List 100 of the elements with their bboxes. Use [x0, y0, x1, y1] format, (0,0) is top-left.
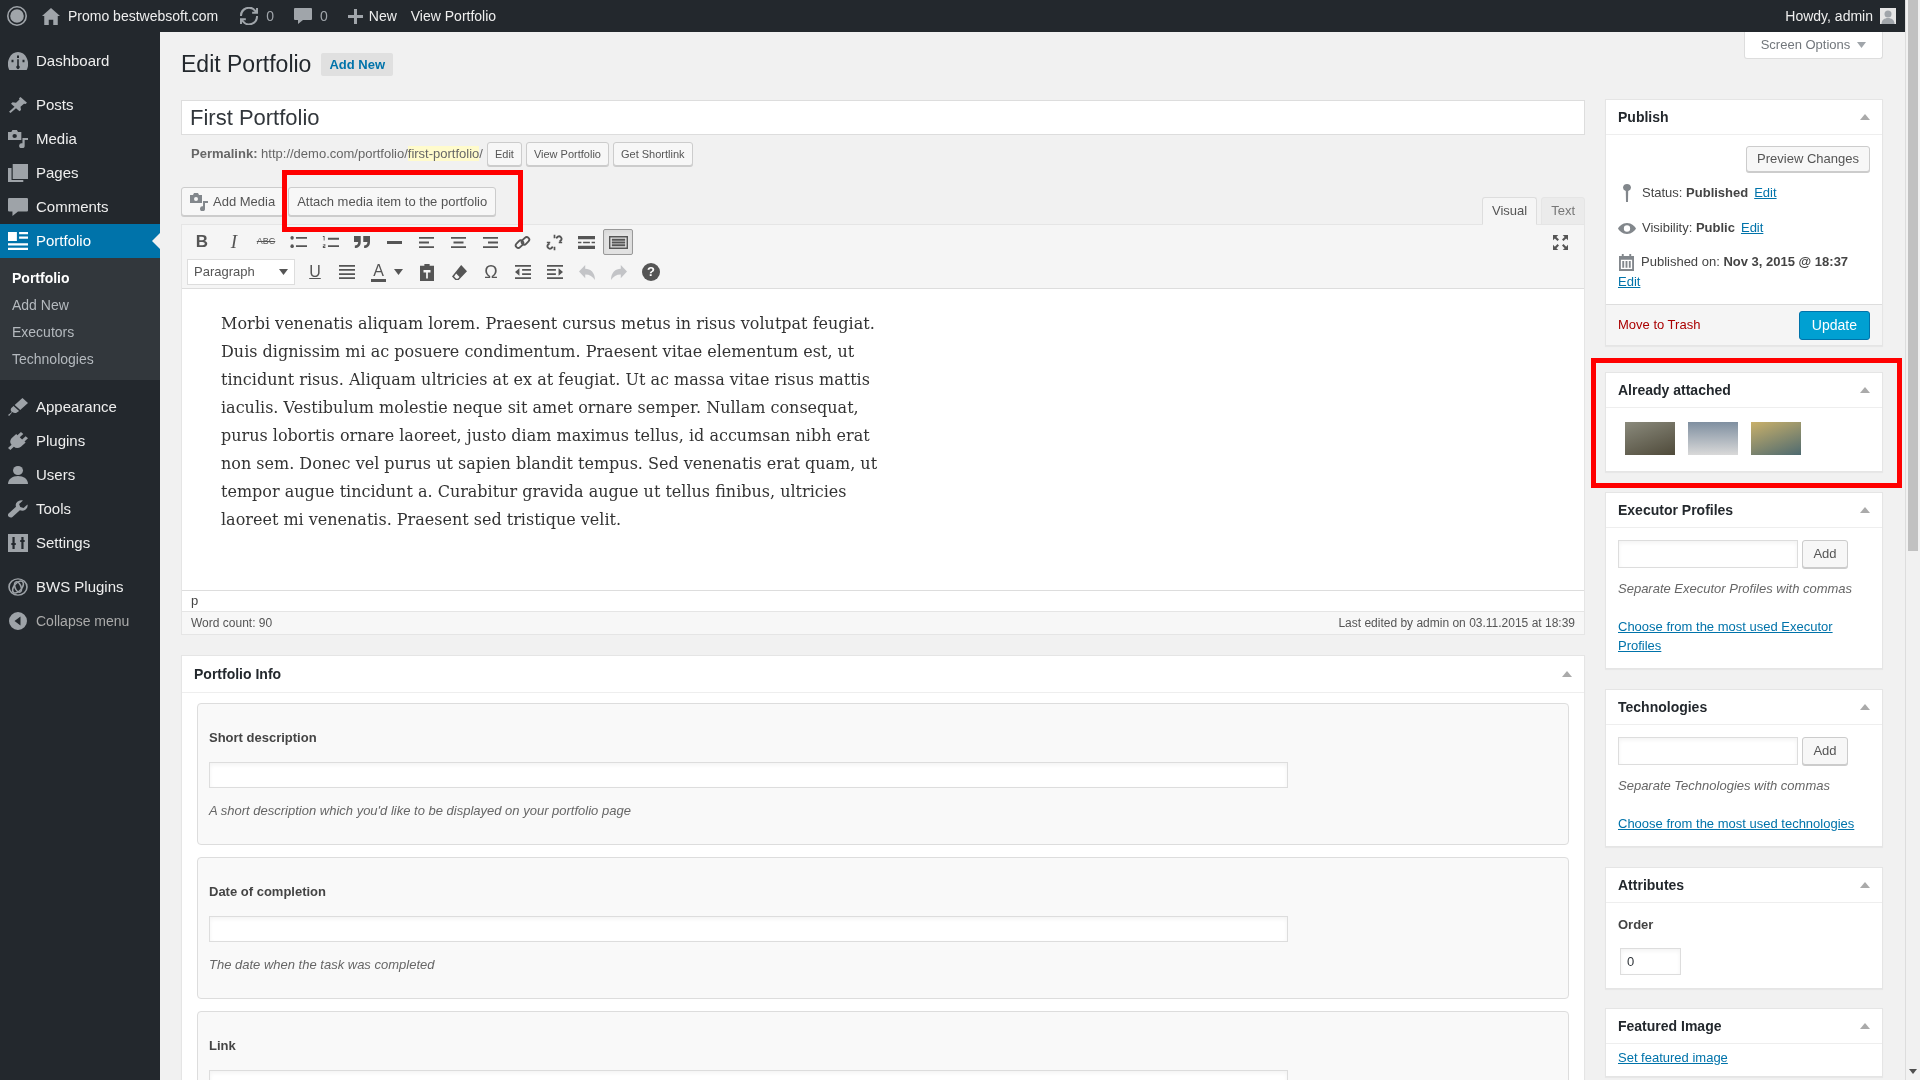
edit-slug-button[interactable]: Edit — [486, 142, 522, 166]
format-dropdown[interactable]: Paragraph — [187, 259, 295, 285]
account-link[interactable]: Howdy, admin — [1785, 0, 1896, 32]
toggle-panel-button[interactable] — [1860, 704, 1870, 710]
comments-link[interactable]: 0 — [293, 0, 328, 32]
screen-options-button[interactable]: Screen Options — [1744, 32, 1883, 59]
edit-link[interactable]: Edit — [1754, 183, 1777, 203]
page-title: Edit Portfolio — [181, 50, 312, 79]
date-text: Published on: Nov 3, 2015 @ 18:37 — [1641, 253, 1849, 272]
toggle-panel-button[interactable] — [1860, 387, 1870, 393]
text-color-button[interactable]: A — [364, 259, 410, 285]
menu-item[interactable]: Tools — [0, 492, 160, 526]
toggle-panel-button[interactable] — [1562, 671, 1572, 677]
submenu-item[interactable]: Executors — [0, 319, 160, 346]
field-label: Link — [209, 1037, 237, 1055]
menu-item[interactable]: Media — [0, 122, 160, 156]
edit-link[interactable]: Edit — [1740, 218, 1764, 238]
toggle-panel-button[interactable] — [1860, 507, 1870, 513]
align-center-icon — [450, 236, 466, 248]
align-right-icon — [482, 236, 498, 248]
most-used-link[interactable]: Choose from the most used technologies — [1618, 814, 1870, 833]
page-break-icon — [577, 235, 595, 249]
text-field[interactable] — [209, 916, 1288, 942]
toggle-panel-button[interactable] — [1860, 114, 1870, 120]
photo-placeholder[interactable] — [1688, 422, 1738, 455]
justify-icon — [339, 265, 355, 279]
site-link[interactable]: Promo bestwebsoft.com — [42, 0, 219, 32]
field-label: Short description — [209, 729, 318, 747]
toggle-panel-button[interactable] — [1860, 1023, 1870, 1029]
last-edited-text: Last edited by admin on 03.11.2015 at 18:39 — [1338, 615, 1575, 632]
add-button[interactable]: Add — [1802, 540, 1848, 568]
pointer-icon — [152, 233, 160, 249]
menu-item[interactable]: BWS Plugins — [0, 570, 160, 604]
toolbar-toggle-button[interactable] — [603, 229, 633, 255]
tag-field[interactable] — [1618, 540, 1798, 568]
shortlink-button[interactable]: Get Shortlink — [612, 142, 693, 166]
menu-item[interactable]: Users — [0, 458, 160, 492]
sliders-icon — [8, 534, 28, 552]
menu-item[interactable]: Dashboard — [0, 44, 160, 78]
triangle-up-icon — [1860, 882, 1870, 888]
panel-title: Technologies — [1618, 697, 1708, 717]
menu-item[interactable]: Appearance — [0, 390, 160, 424]
expand-icon — [1552, 234, 1568, 250]
add-media-button[interactable]: Add Media — [181, 187, 285, 216]
updates-link[interactable]: 0 — [240, 0, 274, 32]
view-portfolio-button[interactable]: View Portfolio — [525, 142, 609, 166]
plus-icon — [347, 8, 363, 24]
menu-item[interactable]: Comments — [0, 190, 160, 224]
triangle-up-icon — [1562, 671, 1572, 677]
triangle-up-icon — [1860, 114, 1870, 120]
indent-icon — [547, 265, 563, 279]
move-to-trash-link[interactable]: Move to Trash — [1618, 315, 1701, 335]
submenu-item[interactable]: Add New — [0, 292, 160, 319]
triangle-up-icon — [1860, 704, 1870, 710]
pushpin-icon — [8, 96, 28, 114]
visibility-text: Visibility: Public — [1642, 219, 1735, 238]
set-featured-image-link[interactable]: Set featured image — [1618, 1050, 1870, 1066]
redo-arrow-icon — [611, 264, 627, 280]
editor-tab[interactable]: Visual — [1481, 197, 1538, 225]
help-button[interactable]: ? — [642, 263, 660, 281]
undo-arrow-icon — [579, 264, 595, 280]
submenu-item[interactable]: Portfolio — [0, 265, 160, 292]
menu-item[interactable]: Portfolio — [0, 224, 160, 258]
align-left-icon — [418, 236, 434, 248]
pages-icon — [8, 164, 28, 182]
view-portfolio-link[interactable]: View Portfolio — [410, 0, 497, 32]
text-field[interactable] — [209, 762, 1288, 788]
toggle-panel-button[interactable] — [1860, 882, 1870, 888]
photo-placeholder[interactable] — [1751, 422, 1801, 455]
person-icon — [8, 466, 28, 484]
attach-media-button[interactable]: Attach media item to the portfolio — [288, 187, 497, 216]
add-new-button[interactable]: Add New — [321, 53, 394, 76]
new-content-link[interactable]: New — [347, 0, 397, 32]
menu-item[interactable]: Plugins — [0, 424, 160, 458]
menu-item[interactable]: Pages — [0, 156, 160, 190]
photo-placeholder[interactable] — [1625, 422, 1675, 455]
special-character-button[interactable]: Ω — [476, 259, 506, 285]
italic-button[interactable]: I — [219, 229, 249, 255]
scrollbar-thumb[interactable] — [1908, 0, 1918, 551]
editor-tab[interactable]: Text — [1541, 197, 1585, 225]
menu-item[interactable]: Posts — [0, 88, 160, 122]
submenu-item[interactable]: Technologies — [0, 346, 160, 373]
bold-button[interactable]: B — [187, 229, 217, 255]
broken-link-icon — [545, 233, 563, 251]
order-field[interactable]: 0 — [1620, 948, 1681, 975]
most-used-link[interactable]: Choose from the most used Executor Profiles — [1618, 617, 1870, 655]
underline-button[interactable]: U — [300, 259, 330, 285]
caret-icon — [1857, 42, 1867, 48]
wrench-icon — [8, 500, 28, 518]
link-icon — [513, 233, 531, 251]
menu-item[interactable]: Settings — [0, 526, 160, 560]
avatar-icon — [1880, 8, 1896, 24]
strikethrough-button[interactable]: ABC — [251, 229, 281, 255]
tag-field[interactable] — [1618, 737, 1798, 765]
title-field[interactable]: First Portfolio — [181, 100, 1585, 135]
add-button[interactable]: Add — [1802, 737, 1848, 765]
collapse-menu-button[interactable]: Collapse menu — [0, 604, 130, 638]
edit-link[interactable]: Edit — [1618, 272, 1641, 292]
editor-text: Morbi venenatis aliquam lorem. Praesent cursus metus in risus volutpat feugiat. Duis dignissim mi ac posuere condimentum. Praesent vitae elementum est, ut tincidunt risus. Aliquam ultricies at ex at feugiat. Ut ac massa vitae risus mattis iaculis. Vestibulum molestie neque sit amet ornare semper. Nullam consequat, purus lobortis ornare laoreet, justo diam maximus tellus, id accumsan nibh erat non sem. Donec vel purus ut sapien blandit tempus. Sed venenatis erat quam, ut tempor augue tincidunt a. Curabitur gravida augue ut tellus finibus, ultricies laoreet mi venenatis. Praesent sed tristique velit. — [221, 313, 879, 531]
preview-changes-button[interactable]: Preview Changes — [1746, 146, 1870, 172]
